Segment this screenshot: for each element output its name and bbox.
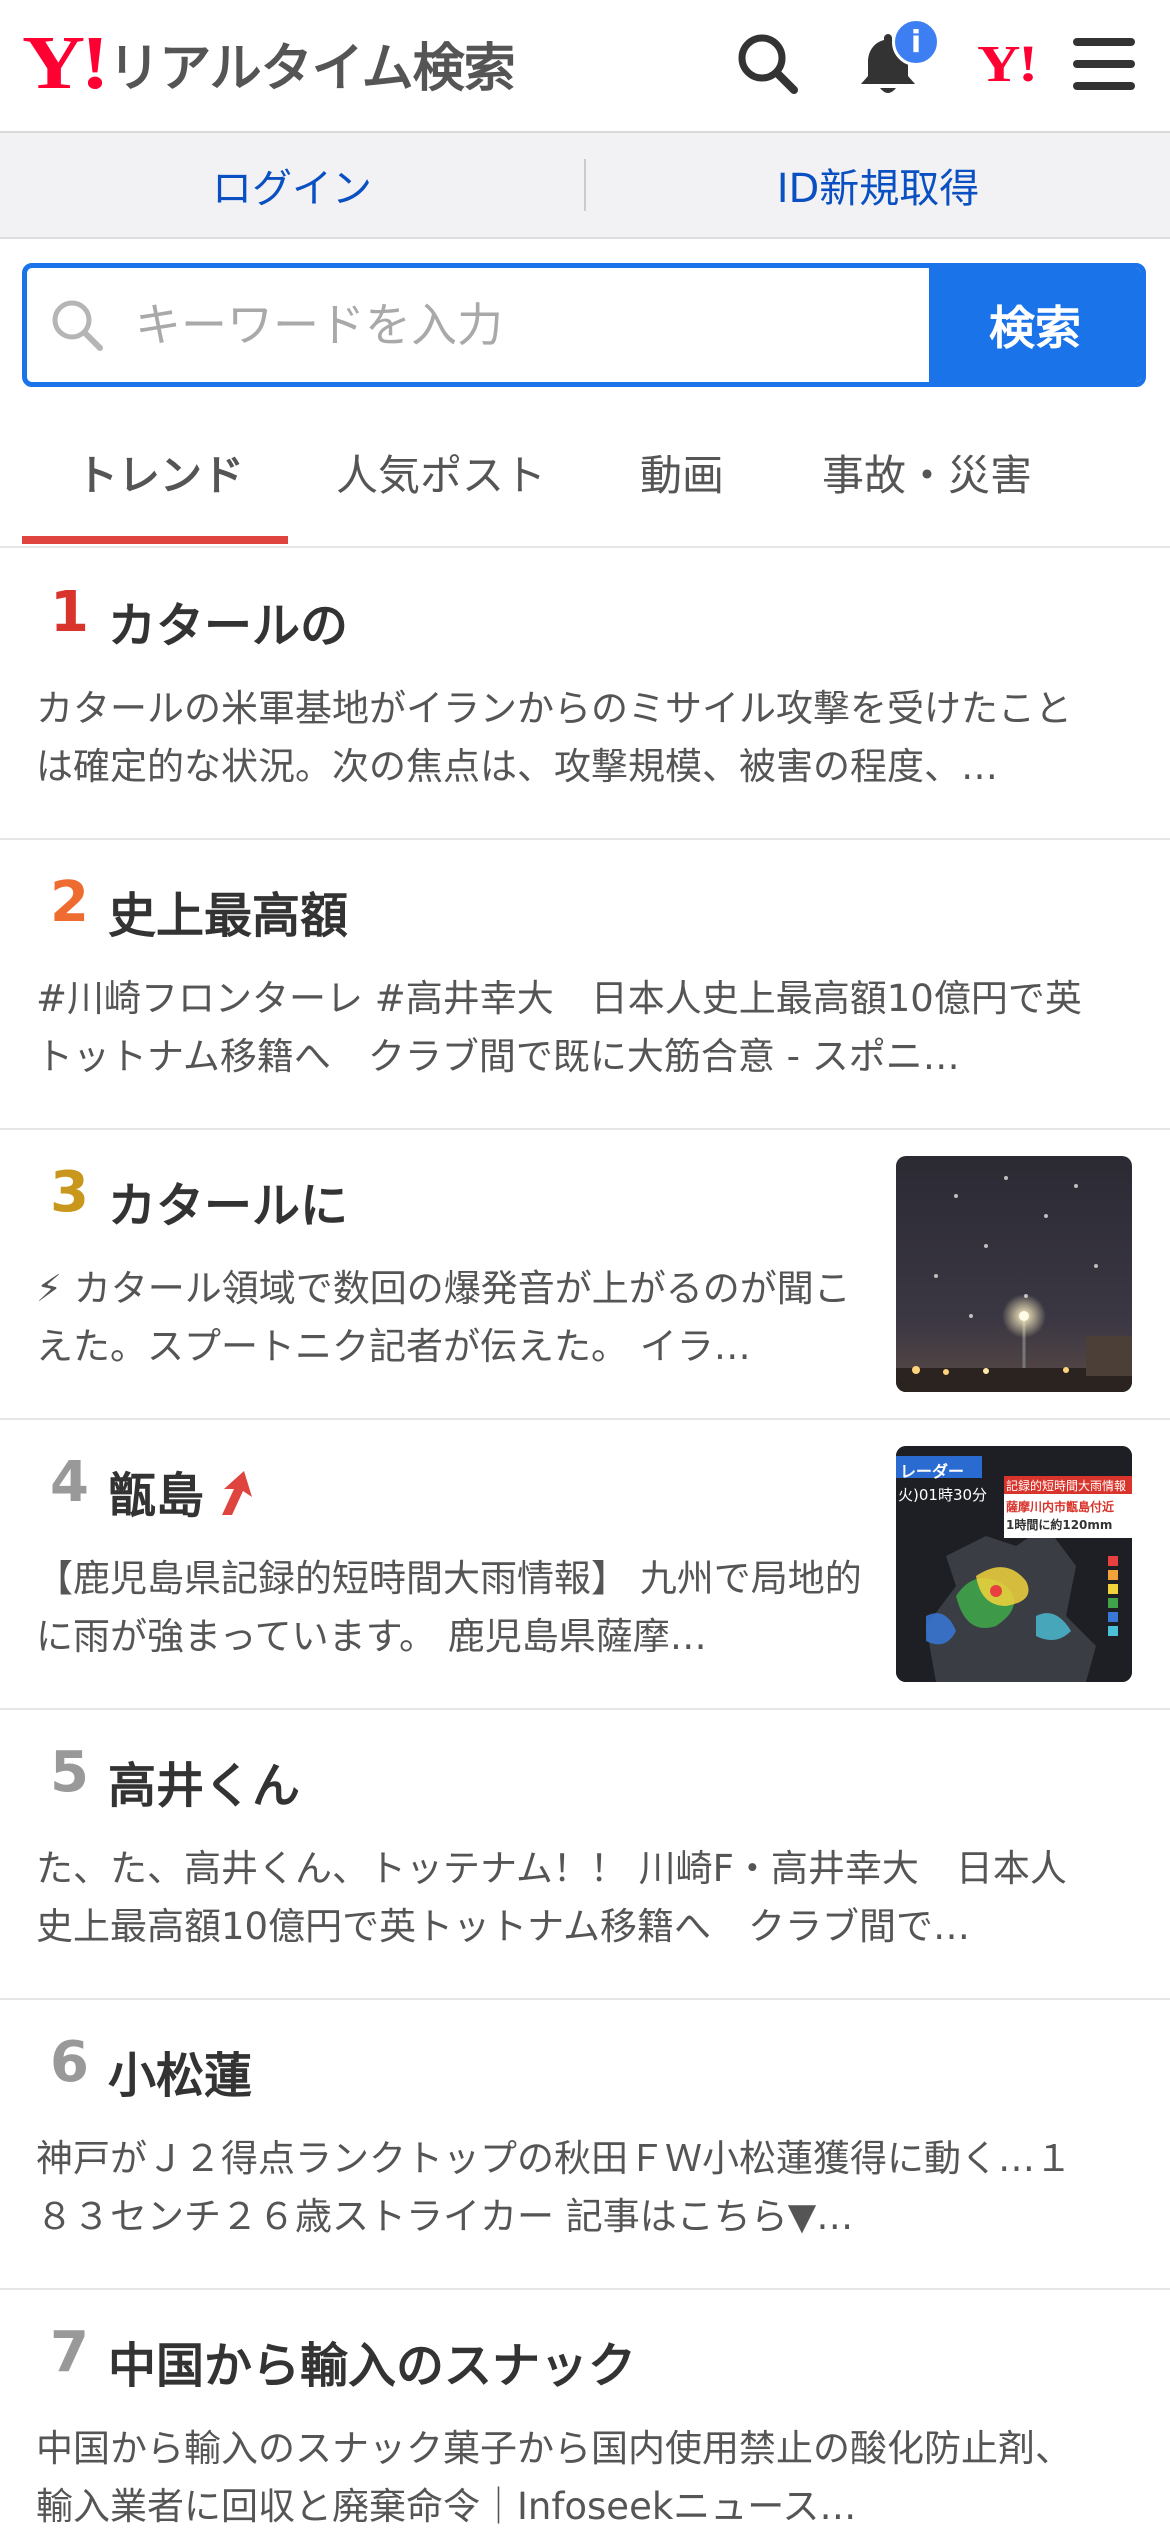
trend-description: た、た、高井くん、トッテナム！！ 川崎F・高井幸大 日本人史上最高額10億円で英…: [36, 1847, 1067, 1948]
tab-video[interactable]: 動画: [640, 442, 724, 503]
trend-rank: 1: [50, 580, 89, 645]
yahoo-realtime-logo[interactable]: Y! リアルタイム検索: [22, 21, 516, 105]
trend-item[interactable]: 3 カタールに ⚡ カタール領域で数回の爆発音が上がるのが聞こえた。スプートニク…: [0, 1130, 1170, 1420]
login-link[interactable]: ログイン: [0, 156, 584, 214]
account-bar: ログイン ID新規取得: [0, 133, 1170, 239]
trend-item[interactable]: 6 小松蓮 神戸がＪ２得点ランクトップの秋田ＦＷ小松蓮獲得に動く…１８３センチ２…: [0, 2000, 1170, 2290]
yahoo-japan-top-icon[interactable]: Y!: [966, 24, 1046, 104]
radar-time: 火)01時30分: [898, 1486, 988, 1504]
radar-alert-title: 記録的短時間大雨情報: [1006, 1479, 1127, 1493]
trend-description: カタールの米軍基地がイランからのミサイル攻撃を受けたことは確定的な状況。次の焦点…: [36, 687, 1072, 788]
trend-title[interactable]: 小松蓮: [108, 2036, 252, 2106]
tab-trend[interactable]: トレンド: [76, 442, 244, 503]
trend-title[interactable]: カタールの: [108, 586, 348, 656]
search-input[interactable]: [127, 268, 929, 382]
trend-title[interactable]: カタールに: [108, 1166, 348, 1236]
search-icon[interactable]: [728, 24, 808, 104]
trend-description: 中国から輸入のスナック菓子から国内使用禁止の酸化防止剤、輸入業者に回収と廃棄命令…: [36, 2427, 1072, 2528]
search-form: 検索: [22, 263, 1146, 387]
yahoo-mark: Y!: [976, 35, 1038, 93]
active-tab-indicator: [22, 536, 288, 544]
trend-description: 【鹿児島県記録的短時間大雨情報】 九州で局地的に雨が強まっています。 鹿児島県薩…: [36, 1557, 862, 1658]
trend-rank: 7: [50, 2320, 89, 2385]
radar-alert-line2: 1時間に約120mm: [1006, 1518, 1113, 1532]
trend-rank: 5: [50, 1740, 89, 1805]
trend-item[interactable]: 5 高井くん た、た、高井くん、トッテナム！！ 川崎F・高井幸大 日本人史上最高…: [0, 1710, 1170, 2000]
tab-popular-posts[interactable]: 人気ポスト: [336, 442, 546, 503]
trend-rank: 4: [50, 1450, 89, 1515]
trend-item[interactable]: 4 甑島 【鹿児島県記録的短時間大雨情報】 九州で局地的に雨が強まっています。 …: [0, 1420, 1170, 1710]
trend-rank: 2: [50, 870, 89, 935]
rising-arrow-icon: [214, 1469, 258, 1529]
trend-title[interactable]: 史上最高額: [108, 876, 348, 946]
trend-rank: 3: [50, 1160, 89, 1225]
register-id-link[interactable]: ID新規取得: [586, 156, 1170, 214]
app-header: Y! リアルタイム検索 i Y!: [0, 0, 1170, 133]
trend-description: 神戸がＪ２得点ランクトップの秋田ＦＷ小松蓮獲得に動く…１８３センチ２６歳ストライ…: [36, 2137, 1072, 2238]
notification-badge: i: [892, 18, 940, 66]
trend-title-text: 甑島: [108, 1468, 205, 1524]
category-tabs: トレンド 人気ポスト 動画 事故・災害: [0, 402, 1170, 548]
trend-thumbnail-night-sky[interactable]: [896, 1156, 1132, 1392]
trend-title[interactable]: 甑島: [108, 1456, 258, 1529]
logo-title: リアルタイム検索: [108, 38, 515, 99]
trend-thumbnail-rain-radar[interactable]: レーダー 火)01時30分 記録的短時間大雨情報 薩摩川内市甑島付近 1時間に約…: [896, 1446, 1132, 1682]
trend-title[interactable]: 高井くん: [108, 1746, 300, 1816]
notification-bell-icon[interactable]: i: [848, 18, 940, 104]
hamburger-menu-icon[interactable]: [1064, 24, 1144, 104]
search-field-icon: [27, 268, 127, 382]
trend-rank: 6: [50, 2030, 89, 2095]
trend-description: #川崎フロンターレ #高井幸大 日本人史上最高額10億円で英トットナム移籍へ ク…: [36, 977, 1082, 1078]
trend-title[interactable]: 中国から輸入のスナック: [108, 2326, 636, 2396]
trend-item[interactable]: 1 カタールの カタールの米軍基地がイランからのミサイル攻撃を受けたことは確定的…: [0, 550, 1170, 840]
trend-item[interactable]: 7 中国から輸入のスナック 中国から輸入のスナック菓子から国内使用禁止の酸化防止…: [0, 2290, 1170, 2532]
yahoo-logo-mark: Y!: [22, 21, 110, 105]
tab-accident-disaster[interactable]: 事故・災害: [822, 442, 1032, 503]
radar-label: レーダー: [900, 1462, 965, 1481]
trend-item[interactable]: 2 史上最高額 #川崎フロンターレ #高井幸大 日本人史上最高額10億円で英トッ…: [0, 840, 1170, 1130]
radar-alert-line1: 薩摩川内市甑島付近: [1006, 1500, 1115, 1514]
trend-description: ⚡ カタール領域で数回の爆発音が上がるのが聞こえた。スプートニク記者が伝えた。 …: [36, 1267, 851, 1368]
search-button[interactable]: 検索: [929, 268, 1141, 382]
